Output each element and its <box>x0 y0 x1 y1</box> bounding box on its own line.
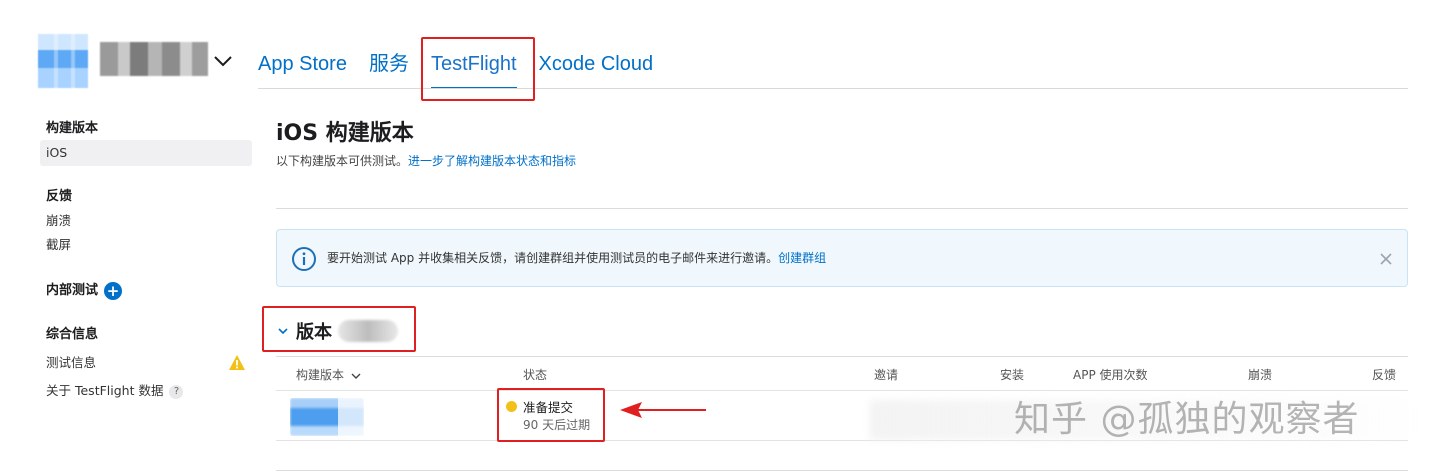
sidebar-item-crashes[interactable]: 崩溃 <box>40 208 252 232</box>
sidebar-group-feedback: 反馈 崩溃 截屏 <box>40 186 252 258</box>
add-group-plus-icon[interactable]: + <box>104 281 123 300</box>
sidebar-item-about-label: 关于 TestFlight 数据 <box>46 383 164 398</box>
team-name-blurred[interactable] <box>100 42 208 76</box>
watermark-text: 知乎 @孤独的观察者 <box>1014 399 1360 440</box>
table-bottom-border <box>276 470 1408 471</box>
chevron-down-icon[interactable] <box>210 50 236 72</box>
sidebar-heading-internal-testing: 内部测试 + <box>40 280 252 302</box>
sidebar-group-general: 综合信息 测试信息 关于 TestFlight 数据? <box>40 324 252 404</box>
create-group-link[interactable]: 创建群组 <box>778 251 826 265</box>
tab-services[interactable]: 服务 <box>369 50 409 78</box>
annotation-box-version <box>262 306 416 352</box>
column-header-build-label: 构建版本 <box>296 368 345 382</box>
subtitle-text: 以下构建版本可供测试。 <box>276 154 409 168</box>
sidebar-heading-feedback: 反馈 <box>46 189 73 204</box>
tab-xcode-cloud[interactable]: Xcode Cloud <box>539 50 654 78</box>
column-header-build[interactable]: 构建版本 <box>296 366 362 383</box>
column-header-feedback: 反馈 <box>1372 368 1397 382</box>
sidebar-item-ios[interactable]: iOS <box>40 140 252 166</box>
main-content: iOS 构建版本 以下构建版本可供测试。进一步了解构建版本状态和指标 要开始测试… <box>276 118 1408 471</box>
annotation-box-status <box>497 388 605 442</box>
warning-icon <box>229 355 245 370</box>
table-top-border <box>276 356 1408 357</box>
column-header-app-sessions: APP 使用次数 <box>1073 368 1148 382</box>
annotation-box-testflight <box>421 37 535 101</box>
column-header-installs: 安装 <box>1000 368 1025 382</box>
annotation-arrow-icon <box>620 402 706 418</box>
top-bar: App Store 服务 TestFlight Xcode Cloud <box>0 0 1452 90</box>
sidebar-item-about-testflight-data[interactable]: 关于 TestFlight 数据? <box>40 378 252 404</box>
sidebar-group-internal: 内部测试 + <box>40 280 252 302</box>
chevron-down-icon <box>351 373 361 379</box>
sidebar-heading-internal-label: 内部测试 <box>46 283 99 298</box>
banner-message: 要开始测试 App 并收集相关反馈，请创建群组并使用测试员的电子邮件来进行邀请。… <box>327 249 826 266</box>
tab-app-store[interactable]: App Store <box>258 50 347 78</box>
sidebar-heading-builds: 构建版本 <box>46 121 99 136</box>
page-title: iOS 构建版本 <box>276 121 414 146</box>
page-subtitle: 以下构建版本可供测试。进一步了解构建版本状态和指标 <box>276 152 1408 170</box>
sidebar-group-builds: 构建版本 iOS <box>40 118 252 166</box>
section-divider <box>276 208 1408 209</box>
info-icon <box>292 247 316 271</box>
close-icon[interactable] <box>1379 252 1393 266</box>
column-header-status: 状态 <box>523 368 548 382</box>
sidebar-item-test-information[interactable]: 测试信息 <box>40 350 252 376</box>
sidebar-item-screenshots[interactable]: 截屏 <box>40 232 252 258</box>
banner-message-text: 要开始测试 App 并收集相关反馈，请创建群组并使用测试员的电子邮件来进行邀请。 <box>327 251 779 265</box>
sidebar-item-test-info-label: 测试信息 <box>46 355 97 370</box>
build-icon-blurred[interactable] <box>290 398 364 436</box>
sidebar-heading-general: 综合信息 <box>46 327 99 342</box>
sidebar: 构建版本 iOS 反馈 崩溃 截屏 内部测试 + 综合信息 测试信息 关于 Tes… <box>40 118 252 418</box>
column-header-crashes: 崩溃 <box>1248 368 1273 382</box>
app-icon[interactable] <box>38 34 88 88</box>
info-banner: 要开始测试 App 并收集相关反馈，请创建群组并使用测试员的电子邮件来进行邀请。… <box>276 229 1408 287</box>
help-icon[interactable]: ? <box>169 384 184 399</box>
learn-more-link[interactable]: 进一步了解构建版本状态和指标 <box>408 154 576 168</box>
column-header-invites: 邀请 <box>874 368 899 382</box>
